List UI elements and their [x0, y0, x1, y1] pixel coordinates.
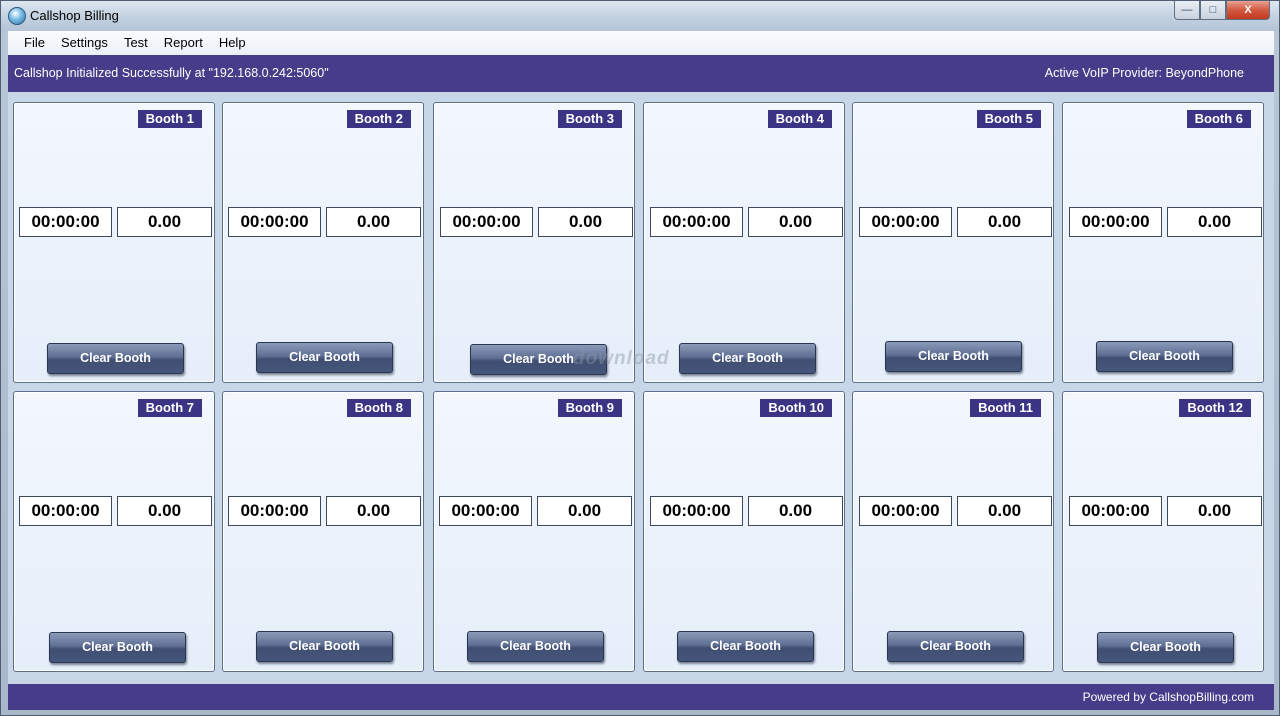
- clear-booth-button[interactable]: Clear Booth: [679, 343, 816, 374]
- window-controls: — □ X: [1174, 1, 1270, 21]
- call-cost: 0.00: [1167, 496, 1262, 526]
- booth-2-panel: Booth 2 00:00:00 0.00 Clear Booth: [222, 102, 424, 383]
- call-cost: 0.00: [117, 207, 212, 237]
- call-cost: 0.00: [117, 496, 212, 526]
- booth-label: Booth 1: [137, 110, 202, 128]
- call-cost: 0.00: [748, 496, 843, 526]
- client-area: File Settings Test Report Help Callshop …: [8, 31, 1274, 710]
- call-cost: 0.00: [957, 207, 1052, 237]
- booth-1-panel: Booth 1 00:00:00 0.00 Clear Booth: [13, 102, 215, 383]
- call-cost: 0.00: [1167, 207, 1262, 237]
- close-button[interactable]: X: [1226, 1, 1270, 20]
- call-timer: 00:00:00: [1069, 207, 1162, 237]
- maximize-button[interactable]: □: [1200, 1, 1226, 20]
- booth-7-panel: Booth 7 00:00:00 0.00 Clear Booth: [13, 391, 215, 672]
- call-cost: 0.00: [538, 207, 633, 237]
- call-cost: 0.00: [326, 496, 421, 526]
- call-timer: 00:00:00: [19, 207, 112, 237]
- call-timer: 00:00:00: [1069, 496, 1162, 526]
- clear-booth-button[interactable]: Clear Booth: [1096, 341, 1233, 372]
- booth-9-panel: Booth 9 00:00:00 0.00 Clear Booth: [433, 391, 635, 672]
- booth-grid: Booth 1 00:00:00 0.00 Clear Booth Booth …: [8, 92, 1274, 684]
- menu-report[interactable]: Report: [156, 31, 211, 55]
- booth-label: Booth 2: [346, 110, 411, 128]
- call-timer: 00:00:00: [859, 496, 952, 526]
- app-window: Callshop Billing — □ X File Settings Tes…: [0, 0, 1280, 716]
- footer-bar: Powered by CallshopBilling.com: [8, 684, 1274, 710]
- menu-test[interactable]: Test: [116, 31, 156, 55]
- clear-booth-button[interactable]: Clear Booth: [256, 342, 393, 373]
- voip-provider: Active VoIP Provider: BeyondPhone: [1044, 66, 1244, 80]
- call-cost: 0.00: [326, 207, 421, 237]
- call-timer: 00:00:00: [228, 496, 321, 526]
- clear-booth-button[interactable]: Clear Booth: [887, 631, 1024, 662]
- booth-label: Booth 8: [346, 399, 411, 417]
- booth-12-panel: Booth 12 00:00:00 0.00 Clear Booth: [1062, 391, 1264, 672]
- booth-4-panel: Booth 4 00:00:00 0.00 Clear Booth: [643, 102, 845, 383]
- booth-label: Booth 7: [137, 399, 202, 417]
- clear-booth-button[interactable]: Clear Booth: [47, 343, 184, 374]
- booth-3-panel: Booth 3 00:00:00 0.00 Clear Booth: [433, 102, 635, 383]
- call-timer: 00:00:00: [440, 207, 533, 237]
- clear-booth-button[interactable]: Clear Booth: [256, 631, 393, 662]
- booth-10-panel: Booth 10 00:00:00 0.00 Clear Booth: [643, 391, 845, 672]
- booth-label: Booth 9: [557, 399, 622, 417]
- status-bar: Callshop Initialized Successfully at "19…: [8, 55, 1274, 92]
- call-timer: 00:00:00: [650, 207, 743, 237]
- booth-label: Booth 10: [760, 399, 832, 417]
- booth-11-panel: Booth 11 00:00:00 0.00 Clear Booth: [852, 391, 1054, 672]
- call-cost: 0.00: [537, 496, 632, 526]
- watermark: download: [573, 348, 670, 369]
- clear-booth-button[interactable]: Clear Booth: [677, 631, 814, 662]
- booth-5-panel: Booth 5 00:00:00 0.00 Clear Booth: [852, 102, 1054, 383]
- clear-booth-button[interactable]: Clear Booth: [49, 632, 186, 663]
- clear-booth-button[interactable]: Clear Booth: [467, 631, 604, 662]
- booth-label: Booth 3: [557, 110, 622, 128]
- menu-file[interactable]: File: [8, 31, 53, 55]
- menu-bar: File Settings Test Report Help: [8, 31, 1274, 55]
- call-timer: 00:00:00: [19, 496, 112, 526]
- booth-label: Booth 6: [1186, 110, 1251, 128]
- menu-settings[interactable]: Settings: [53, 31, 116, 55]
- window-title: Callshop Billing: [30, 8, 119, 23]
- app-icon: [8, 7, 26, 25]
- minimize-button[interactable]: —: [1174, 1, 1200, 20]
- call-cost: 0.00: [748, 207, 843, 237]
- booth-label: Booth 5: [976, 110, 1041, 128]
- booth-8-panel: Booth 8 00:00:00 0.00 Clear Booth: [222, 391, 424, 672]
- powered-by-text: Powered by CallshopBilling.com: [1082, 690, 1254, 704]
- call-timer: 00:00:00: [439, 496, 532, 526]
- booth-label: Booth 11: [970, 399, 1041, 417]
- booth-label: Booth 4: [767, 110, 832, 128]
- clear-booth-button[interactable]: Clear Booth: [1097, 632, 1234, 663]
- title-bar[interactable]: Callshop Billing — □ X: [1, 1, 1279, 31]
- call-timer: 00:00:00: [650, 496, 743, 526]
- call-timer: 00:00:00: [859, 207, 952, 237]
- booth-6-panel: Booth 6 00:00:00 0.00 Clear Booth: [1062, 102, 1264, 383]
- menu-help[interactable]: Help: [211, 31, 254, 55]
- clear-booth-button[interactable]: Clear Booth: [885, 341, 1022, 372]
- call-timer: 00:00:00: [228, 207, 321, 237]
- booth-label: Booth 12: [1179, 399, 1251, 417]
- call-cost: 0.00: [957, 496, 1052, 526]
- status-message: Callshop Initialized Successfully at "19…: [14, 66, 329, 80]
